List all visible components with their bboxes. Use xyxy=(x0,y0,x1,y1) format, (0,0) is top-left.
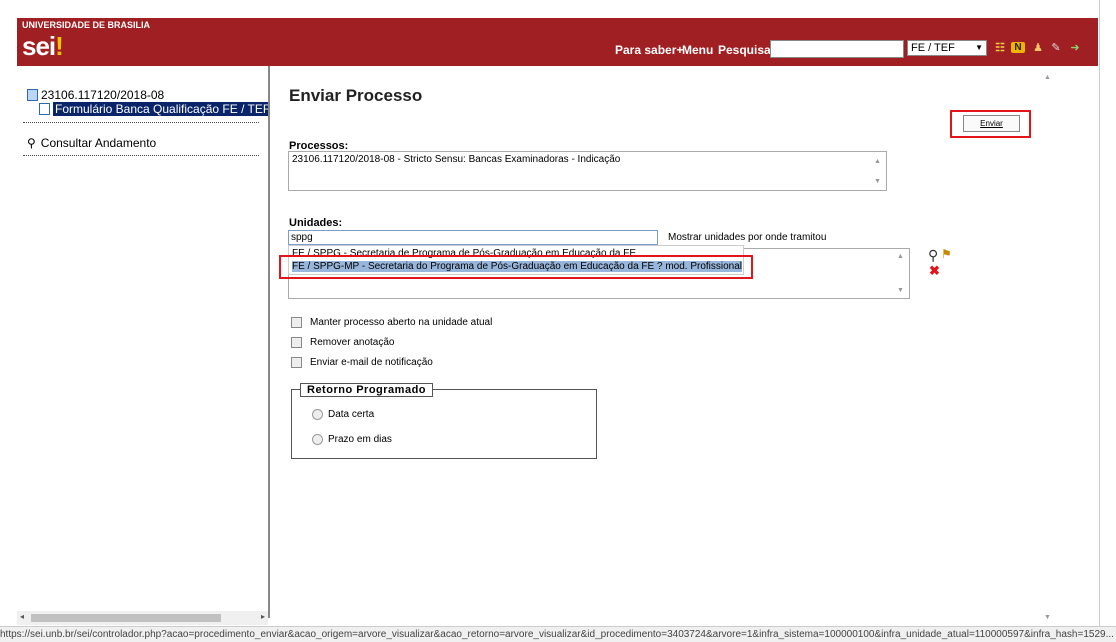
unit-select[interactable]: FE / TEF ▼ xyxy=(907,40,987,56)
checkbox-label: Manter processo aberto na unidade atual xyxy=(310,317,493,328)
scroll-up-arrow[interactable]: ▲ xyxy=(1044,74,1051,81)
highlight-send-button xyxy=(950,110,1031,138)
page-title: Enviar Processo xyxy=(289,86,423,105)
document-icon xyxy=(39,103,50,115)
mostrar-unidades-link[interactable]: Mostrar unidades por onde tramitou xyxy=(668,232,826,243)
para-saber-link[interactable]: Para saber+ xyxy=(615,43,683,57)
folder-icon xyxy=(27,89,38,101)
search-input[interactable] xyxy=(770,40,904,58)
scroll-up-arrow[interactable]: ▲ xyxy=(874,158,884,165)
scroll-up-arrow[interactable]: ▲ xyxy=(897,253,907,260)
checkbox[interactable] xyxy=(291,337,302,348)
user-icon[interactable]: ♟ xyxy=(1030,39,1046,55)
top-header-bar: UNIVERSIDADE DE BRASILIA sei! Para saber… xyxy=(17,18,1098,66)
document-label: Formulário Banca Qualificação FE / TEF xyxy=(53,102,268,116)
search-unit-icon[interactable]: ⚲ xyxy=(928,247,938,264)
horizontal-scrollbar[interactable]: ◂ ▸ xyxy=(17,611,268,625)
processos-field[interactable]: 23106.117120/2018-08 - Stricto Sensu: Ba… xyxy=(288,151,887,191)
processos-value: 23106.117120/2018-08 - Stricto Sensu: Ba… xyxy=(292,154,621,165)
remove-icon[interactable]: ✖ xyxy=(929,263,940,279)
manter-processo-checkbox[interactable]: Manter processo aberto na unidade atual xyxy=(291,317,492,328)
divider xyxy=(23,155,259,156)
checkbox[interactable] xyxy=(291,317,302,328)
consultar-label: Consultar Andamento xyxy=(40,136,157,150)
divider xyxy=(23,122,259,123)
scroll-down-arrow[interactable]: ▼ xyxy=(1044,614,1051,621)
sei-logo[interactable]: sei! xyxy=(22,31,64,62)
highlight-suggestion xyxy=(279,255,753,279)
tree-document-node[interactable]: Formulário Banca Qualificação FE / TEF xyxy=(39,102,268,116)
status-bar-url: https://sei.unb.br/sei/controlador.php?a… xyxy=(0,626,1116,642)
scroll-down-arrow[interactable]: ▼ xyxy=(897,287,907,294)
process-number: 23106.117120/2018-08 xyxy=(41,88,165,102)
checkbox[interactable] xyxy=(291,357,302,368)
tools-icon[interactable]: ✎ xyxy=(1048,39,1064,55)
unidades-input[interactable]: sppg xyxy=(288,230,658,245)
consultar-andamento-link[interactable]: ⚲ Consultar Andamento xyxy=(27,136,156,150)
retorno-legend: Retorno Programado xyxy=(300,383,434,397)
remover-anotacao-checkbox[interactable]: Remover anotação xyxy=(291,337,395,348)
retorno-programado-group: Retorno Programado Data certa Prazo em d… xyxy=(291,383,597,459)
data-certa-radio[interactable]: Data certa xyxy=(312,409,374,420)
scroll-down-arrow[interactable]: ▼ xyxy=(874,178,884,185)
radio-label: Data certa xyxy=(328,409,375,420)
window-edge xyxy=(1099,0,1100,641)
notification-n-icon[interactable]: N xyxy=(1010,39,1026,55)
radio[interactable] xyxy=(312,434,323,445)
enviar-email-checkbox[interactable]: Enviar e-mail de notificação xyxy=(291,357,433,368)
scroll-thumb[interactable] xyxy=(31,614,221,622)
checkbox-label: Remover anotação xyxy=(310,337,395,348)
tree-process-node[interactable]: 23106.117120/2018-08 xyxy=(27,88,164,102)
exit-icon[interactable]: ➜ xyxy=(1067,39,1083,55)
list-icon[interactable]: ☷ xyxy=(992,39,1008,55)
prazo-em-dias-radio[interactable]: Prazo em dias xyxy=(312,434,392,445)
checkbox-label: Enviar e-mail de notificação xyxy=(310,357,433,368)
magnifier-icon: ⚲ xyxy=(27,136,36,150)
menu-link[interactable]: Menu xyxy=(682,43,713,57)
pesquisa-link[interactable]: Pesquisa xyxy=(718,43,771,57)
vertical-scrollbar[interactable]: ▲ ▼ xyxy=(1041,66,1055,626)
radio[interactable] xyxy=(312,409,323,420)
unidades-label: Unidades: xyxy=(289,217,343,229)
process-tree-pane: 23106.117120/2018-08 Formulário Banca Qu… xyxy=(17,66,270,618)
radio-label: Prazo em dias xyxy=(328,434,392,445)
group-unit-icon[interactable]: ⚑ xyxy=(941,247,952,261)
institution-name: UNIVERSIDADE DE BRASILIA xyxy=(22,20,151,30)
